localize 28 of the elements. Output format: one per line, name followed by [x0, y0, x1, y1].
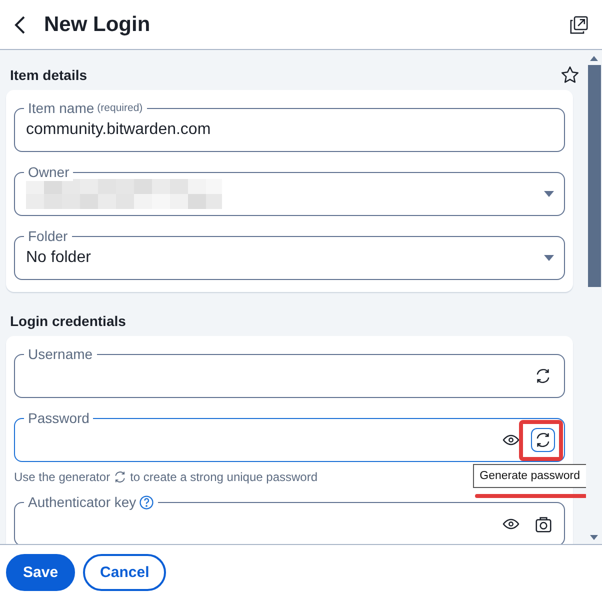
generate-icon	[113, 470, 128, 484]
text-field[interactable]: Authenticator key	[14, 494, 565, 544]
page-title: New Login	[44, 12, 152, 36]
scrollbar-thumb[interactable]	[588, 65, 600, 287]
text-field[interactable]: Item name (required) community.bitwarden.com	[14, 100, 565, 152]
back-button[interactable]	[14, 14, 26, 34]
star-icon[interactable]	[560, 65, 580, 85]
tooltip: Generate password	[472, 464, 586, 488]
section-title: Login credentials	[10, 313, 126, 329]
pop-out-icon[interactable]	[570, 16, 588, 34]
section-title: Item details	[10, 67, 88, 83]
refresh-icon	[534, 431, 552, 449]
field-label: Authenticator key	[24, 494, 158, 511]
cancel-button[interactable]: Cancel	[83, 554, 166, 590]
save-button[interactable]: Save	[6, 554, 76, 590]
select-field[interactable]: Owner	[14, 164, 565, 216]
refresh-icon	[534, 367, 552, 385]
help-icon[interactable]	[139, 495, 154, 510]
hint-text: Use the generator	[14, 470, 110, 484]
scroll-down-icon[interactable]	[590, 535, 598, 540]
dropdown-caret-icon	[543, 254, 555, 262]
hint-text: to create a strong unique password	[130, 470, 318, 484]
dropdown-caret-icon	[543, 190, 555, 198]
text-field[interactable]: Username	[14, 346, 565, 398]
field-label: Owner	[24, 164, 74, 181]
select-field[interactable]: Folder No folder	[14, 228, 565, 280]
generate-button[interactable]	[531, 428, 555, 452]
scroll-up-icon[interactable]	[590, 56, 598, 61]
